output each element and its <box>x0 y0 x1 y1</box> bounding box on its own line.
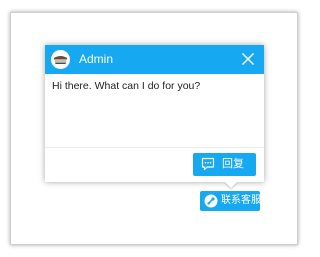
chat-header: Admin <box>45 45 264 74</box>
close-icon[interactable] <box>241 52 255 66</box>
admin-avatar-icon <box>51 50 70 69</box>
reply-button-label: 回复 <box>222 158 244 170</box>
chat-bubble-icon <box>201 157 215 171</box>
divider <box>45 147 264 148</box>
chat-message: Hi there. What can I do for you? <box>52 80 201 92</box>
customer-service-icon <box>204 194 218 208</box>
message-area: Hi there. What can I do for you? <box>45 74 264 146</box>
reply-button[interactable]: 回复 <box>193 153 256 176</box>
contact-support-button[interactable]: 联系客服 <box>200 191 261 211</box>
contact-support-label: 联系客服 <box>221 195 261 206</box>
chat-window: Admin Hi there. What can I do for you? 回… <box>45 45 264 182</box>
chat-pointer <box>225 182 237 188</box>
agent-name: Admin <box>79 52 114 66</box>
